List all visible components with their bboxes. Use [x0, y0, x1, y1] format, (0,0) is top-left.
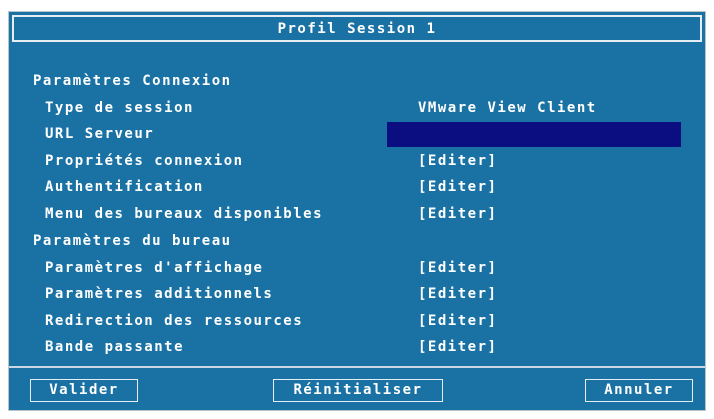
- label-proprietes-connexion: Propriétés connexion: [45, 153, 244, 169]
- edit-proprietes-connexion[interactable]: [Editer]: [418, 150, 497, 172]
- section-header-bureau: Paramètres du bureau: [33, 233, 232, 249]
- label-url-serveur: URL Serveur: [45, 126, 155, 142]
- label-redirection: Redirection des ressources: [45, 313, 304, 329]
- url-serveur-input[interactable]: [387, 122, 681, 147]
- edit-bande-passante[interactable]: [Editer]: [418, 336, 497, 358]
- button-bar: Valider Réinitialiser Annuler: [9, 366, 705, 410]
- profile-dialog: Profil Session 1 Paramètres Connexion Ty…: [8, 11, 706, 411]
- edit-additionnels[interactable]: [Editer]: [418, 283, 497, 305]
- dialog-title: Profil Session 1: [277, 20, 437, 37]
- edit-menu-bureaux[interactable]: [Editer]: [418, 203, 497, 225]
- section-header-connexion: Paramètres Connexion: [33, 73, 232, 89]
- label-affichage: Paramètres d'affichage: [45, 260, 264, 276]
- label-type-session: Type de session: [45, 100, 194, 116]
- label-additionnels: Paramètres additionnels: [45, 286, 274, 302]
- edit-authentification[interactable]: [Editer]: [418, 176, 497, 198]
- valider-button[interactable]: Valider: [30, 379, 138, 402]
- edit-redirection[interactable]: [Editer]: [418, 310, 497, 332]
- reinitialiser-button[interactable]: Réinitialiser: [273, 379, 443, 402]
- annuler-button[interactable]: Annuler: [585, 379, 693, 402]
- label-authentification: Authentification: [45, 179, 204, 195]
- edit-affichage[interactable]: [Editer]: [418, 257, 497, 279]
- title-bar: Profil Session 1: [12, 15, 702, 42]
- session-type-selector[interactable]: VMware View Client: [418, 97, 597, 119]
- label-bande-passante: Bande passante: [45, 339, 185, 355]
- label-menu-bureaux: Menu des bureaux disponibles: [45, 206, 324, 222]
